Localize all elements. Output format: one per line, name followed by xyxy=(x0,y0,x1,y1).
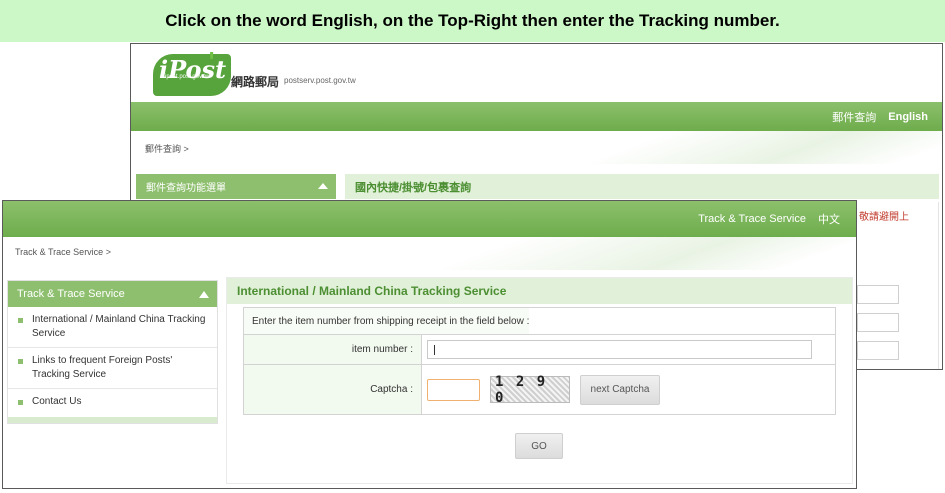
logo-chinese-name: 網路郵局 xyxy=(231,75,280,89)
form-input[interactable] xyxy=(857,341,899,360)
nav-mail-query[interactable]: 郵件查詢 xyxy=(832,109,876,125)
captcha-label: Captcha : xyxy=(244,365,422,414)
top-nav: 郵件查詢 English xyxy=(131,102,942,131)
bullet-icon xyxy=(18,400,23,405)
logo-domain: postserv.post.gov.tw xyxy=(284,76,356,85)
item-number-input[interactable] xyxy=(427,340,812,359)
captcha-row: Captcha : 1 2 9 0 next Captcha xyxy=(244,365,835,414)
breadcrumb-band xyxy=(131,131,942,164)
top-nav: Track & Trace Service 中文 xyxy=(3,201,856,237)
sidebar-item-contact-us[interactable]: Contact Us xyxy=(8,389,217,415)
text-caret xyxy=(434,345,435,355)
sidebar: Track & Trace Service International / Ma… xyxy=(7,280,218,424)
bullet-icon xyxy=(18,359,23,364)
sidebar-header[interactable]: 郵件查詢功能選單 xyxy=(136,174,336,199)
sidebar-item-international-tracking[interactable]: International / Mainland China Tracking … xyxy=(8,307,217,348)
ipost-logo[interactable]: iPost ipost.post.gov.tw xyxy=(153,54,231,96)
nav-track-trace[interactable]: Track & Trace Service xyxy=(698,213,806,225)
foreground-screenshot: Track & Trace Service 中文 Track & Trace S… xyxy=(2,200,857,489)
item-number-label: item number : xyxy=(244,335,422,364)
instruction-banner: Click on the word English, on the Top-Ri… xyxy=(0,0,945,42)
sidebar-item-label: Links to frequent Foreign Posts' Trackin… xyxy=(32,355,173,380)
breadcrumb-band xyxy=(3,237,856,270)
sidebar-footer xyxy=(8,417,217,423)
sidebar-header[interactable]: Track & Trace Service xyxy=(8,281,217,307)
sidebar-title: Track & Trace Service xyxy=(17,288,125,300)
notice-text: ，敬請避開上 xyxy=(849,212,909,223)
item-number-cell xyxy=(422,335,835,364)
nav-chinese-link[interactable]: 中文 xyxy=(818,211,840,227)
breadcrumb[interactable]: 郵件查詢 > xyxy=(145,142,189,155)
captcha-input[interactable] xyxy=(427,378,480,401)
next-captcha-button[interactable]: next Captcha xyxy=(580,374,660,405)
captcha-image: 1 2 9 0 xyxy=(490,374,570,406)
logo-small-text: ipost.post.gov.tw xyxy=(165,74,210,80)
nav-english-link[interactable]: English xyxy=(888,111,928,123)
collapse-triangle-icon xyxy=(199,291,209,298)
captcha-cell: 1 2 9 0 next Captcha xyxy=(422,365,835,414)
tracking-panel: International / Mainland China Tracking … xyxy=(226,277,853,484)
go-button[interactable]: GO xyxy=(515,433,563,459)
bullet-icon xyxy=(18,318,23,323)
sidebar-item-label: Contact Us xyxy=(32,396,82,407)
site-header: iPost ipost.post.gov.tw ꞌ 網路郵局 postserv.… xyxy=(131,44,942,102)
main-header: 國內快捷/掛號/包裹查詢 xyxy=(345,174,939,199)
sidebar-item-label: International / Mainland China Tracking … xyxy=(32,314,206,339)
collapse-triangle-icon xyxy=(318,183,328,189)
logo-leaf-icon: ꞌ xyxy=(209,48,215,73)
sidebar-item-foreign-posts-links[interactable]: Links to frequent Foreign Posts' Trackin… xyxy=(8,348,217,389)
sidebar-title: 郵件查詢功能選單 xyxy=(146,183,226,194)
form-intro-row: Enter the item number from shipping rece… xyxy=(244,308,835,335)
form-intro: Enter the item number from shipping rece… xyxy=(244,308,530,334)
form-input[interactable] xyxy=(857,285,899,304)
breadcrumb[interactable]: Track & Trace Service > xyxy=(15,247,111,257)
item-number-row: item number : xyxy=(244,335,835,365)
tracking-form: Enter the item number from shipping rece… xyxy=(243,307,836,415)
panel-title: International / Mainland China Tracking … xyxy=(227,278,852,304)
form-input[interactable] xyxy=(857,313,899,332)
